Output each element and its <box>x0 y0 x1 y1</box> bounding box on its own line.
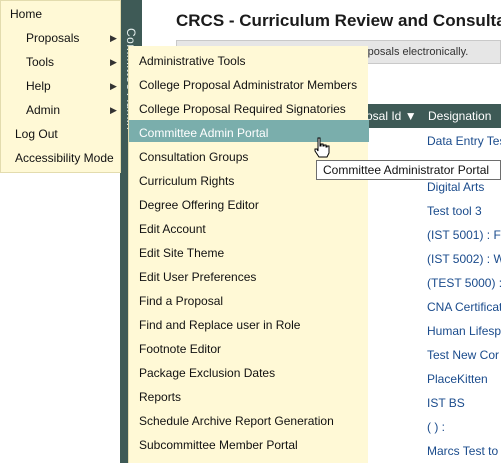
submenu-item-find-and-replace-user-in-role[interactable]: Find and Replace user in Role <box>139 318 300 332</box>
submenu-item-college-proposal-required-signatories[interactable]: College Proposal Required Signatories <box>139 102 346 116</box>
submenu-item-edit-user-preferences[interactable]: Edit User Preferences <box>139 270 256 284</box>
designation-link[interactable]: Digital Arts <box>427 180 484 194</box>
submenu-item-administrative-tools[interactable]: Administrative Tools <box>139 54 246 68</box>
column-header-proposal-id[interactable]: osal Id ▼ <box>366 109 417 123</box>
submenu-item-degree-offering-editor[interactable]: Degree Offering Editor <box>139 198 259 212</box>
submenu-arrow-icon: ▶ <box>110 81 117 91</box>
designation-link[interactable]: Test New Cor <box>427 348 499 362</box>
submenu-item-college-proposal-administrator-members[interactable]: College Proposal Administrator Members <box>139 78 357 92</box>
submenu-item-committee-admin-portal[interactable]: Committee Admin Portal <box>139 126 268 140</box>
designation-link[interactable]: PlaceKitten <box>427 372 488 386</box>
menu-item-admin[interactable]: Admin <box>26 103 60 117</box>
designation-link[interactable]: (IST 5002) : W <box>427 252 501 266</box>
tooltip: Committee Administrator Portal <box>316 160 501 180</box>
menu-item-tools[interactable]: Tools <box>26 55 54 69</box>
menu-item-help[interactable]: Help <box>26 79 51 93</box>
submenu-item-curriculum-rights[interactable]: Curriculum Rights <box>139 174 234 188</box>
admin-submenu: Administrative Tools College Proposal Ad… <box>128 46 369 463</box>
designation-link[interactable]: (IST 5001) : F <box>427 228 501 242</box>
menu-item-log-out[interactable]: Log Out <box>15 127 58 141</box>
submenu-arrow-icon: ▶ <box>110 33 117 43</box>
main-menu: Home Proposals ▶ Tools ▶ Help ▶ Admin ▶ … <box>0 0 121 173</box>
menu-item-proposals[interactable]: Proposals <box>26 31 79 45</box>
submenu-item-footnote-editor[interactable]: Footnote Editor <box>139 342 221 356</box>
menu-item-accessibility-mode[interactable]: Accessibility Mode <box>15 151 114 165</box>
submenu-arrow-icon: ▶ <box>110 57 117 67</box>
designation-link[interactable]: (TEST 5000) : <box>427 276 501 290</box>
column-header-designation[interactable]: Designation <box>428 109 491 123</box>
designation-link[interactable]: Marcs Test to <box>427 444 498 458</box>
designation-link[interactable]: IST BS <box>427 396 465 410</box>
submenu-item-edit-site-theme[interactable]: Edit Site Theme <box>139 246 224 260</box>
submenu-item-consultation-groups[interactable]: Consultation Groups <box>139 150 248 164</box>
hand-cursor-icon <box>314 137 330 158</box>
page-title: CRCS - Curriculum Review and Consultatio <box>176 11 501 30</box>
submenu-item-subcommittee-member-portal[interactable]: Subcommittee Member Portal <box>139 438 298 452</box>
submenu-item-schedule-archive-report-generation[interactable]: Schedule Archive Report Generation <box>139 414 334 428</box>
submenu-item-edit-account[interactable]: Edit Account <box>139 222 206 236</box>
submenu-item-reports[interactable]: Reports <box>139 390 181 404</box>
submenu-arrow-icon: ▶ <box>110 105 117 115</box>
designation-link[interactable]: Test tool 3 <box>427 204 482 218</box>
designation-link[interactable]: Human Lifesp <box>427 324 501 338</box>
designation-link[interactable]: Data Entry Tes <box>427 134 501 148</box>
designation-link[interactable]: ( ) : <box>427 420 445 434</box>
submenu-item-find-a-proposal[interactable]: Find a Proposal <box>139 294 223 308</box>
menu-item-home[interactable]: Home <box>10 7 42 21</box>
designation-link[interactable]: CNA Certificat <box>427 300 501 314</box>
submenu-item-package-exclusion-dates[interactable]: Package Exclusion Dates <box>139 366 275 380</box>
